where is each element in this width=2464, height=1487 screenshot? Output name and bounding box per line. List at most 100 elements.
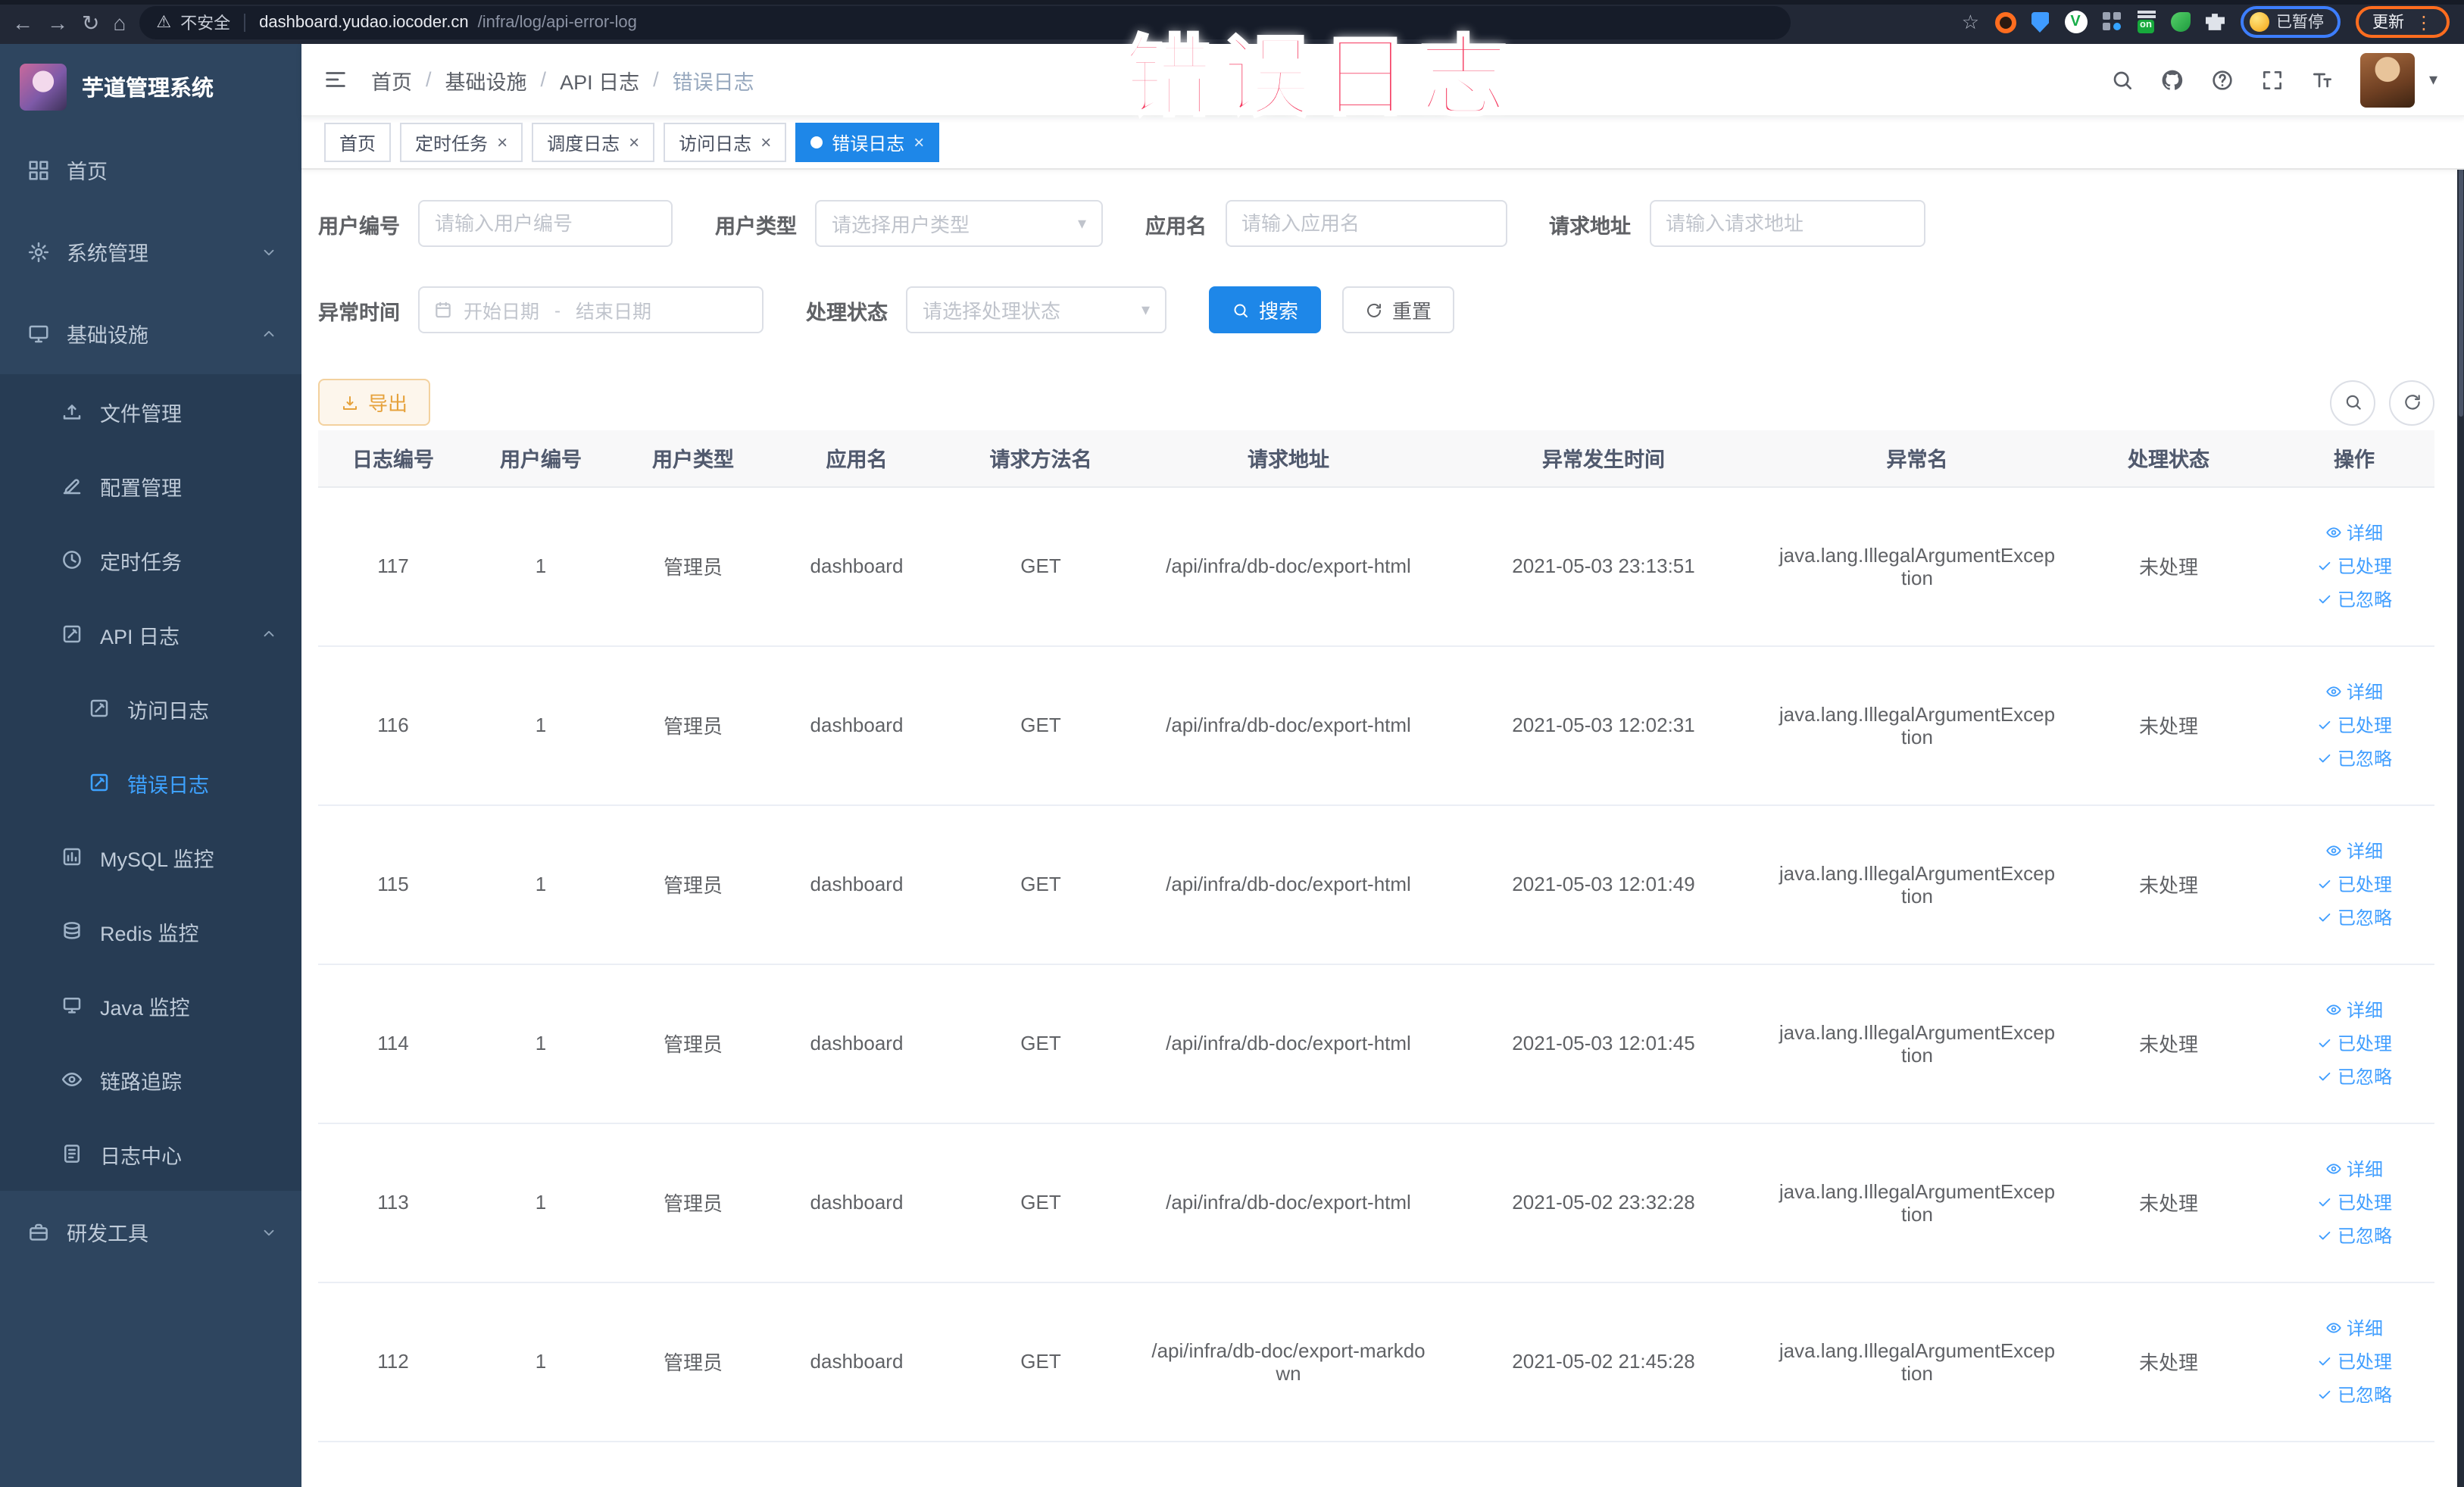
browser-home-icon[interactable]: ⌂ [113, 11, 126, 33]
app-name-input[interactable] [1225, 200, 1507, 247]
address-bar[interactable]: ⚠ 不安全 dashboard.yudao.iocoder.cn /infra/… [139, 5, 1791, 39]
sidebar-item-0[interactable]: 首页 [0, 129, 301, 211]
browser-back-icon[interactable]: ← [12, 11, 33, 33]
extension-leaf-icon[interactable] [2170, 12, 2190, 32]
action-detail-link[interactable]: 详细 [2325, 838, 2383, 864]
export-button[interactable]: 导出 [318, 379, 431, 426]
sidebar-item-11[interactable]: Java 监控 [0, 968, 301, 1042]
close-icon[interactable]: × [629, 133, 639, 152]
action-processed-link[interactable]: 已处理 [2316, 871, 2392, 897]
column-header-3: 应用名 [773, 430, 941, 487]
action-detail-link[interactable]: 详细 [2325, 1156, 2383, 1182]
user-avatar[interactable] [2360, 52, 2416, 107]
extension-orange-icon[interactable] [1994, 11, 2016, 33]
browser-reload-icon[interactable]: ↻ [82, 11, 99, 33]
browser-update-menu[interactable]: 更新 ⋮ [2356, 6, 2450, 38]
extension-shield-icon[interactable] [2031, 11, 2049, 33]
font-size-icon[interactable] [2311, 67, 2335, 92]
sidebar-item-7[interactable]: 访问日志 [0, 671, 301, 745]
extensions-puzzle-icon[interactable] [2205, 14, 2225, 30]
sidebar-item-10[interactable]: Redis 监控 [0, 894, 301, 968]
process-status-select[interactable]: 请选择处理状态 ▾ [906, 286, 1166, 333]
extension-switch-icon[interactable]: on [2137, 11, 2155, 33]
action-detail-link[interactable]: 详细 [2325, 997, 2383, 1023]
user-type-select[interactable]: 请选择用户类型 ▾ [815, 200, 1103, 247]
sidebar-item-9[interactable]: MySQL 监控 [0, 820, 301, 894]
action-processed-link[interactable]: 已处理 [2316, 1348, 2392, 1374]
action-detail-link[interactable]: 详细 [2325, 520, 2383, 545]
time-cell: 2021-05-02 21:45:28 [1436, 1282, 1771, 1442]
request-url-input[interactable] [1649, 200, 1925, 247]
paused-extension-badge[interactable]: 已暂停 [2240, 6, 2341, 38]
chevron-down-icon[interactable]: ▾ [2429, 70, 2437, 89]
extension-v-icon[interactable]: V [2064, 11, 2087, 33]
sidebar-item-2[interactable]: 基础设施 [0, 292, 301, 374]
sidebar-item-5[interactable]: 定时任务 [0, 523, 301, 597]
action-ignored-link[interactable]: 已忽略 [2316, 1064, 2392, 1089]
search-button[interactable]: 搜索 [1209, 286, 1322, 333]
eye-icon [2325, 1161, 2342, 1177]
tab-3[interactable]: 访问日志 × [664, 123, 787, 162]
user-id-input[interactable] [418, 200, 673, 247]
tab-0[interactable]: 首页 [324, 123, 392, 162]
action-ignored-link[interactable]: 已忽略 [2316, 904, 2392, 930]
close-icon[interactable]: × [497, 133, 507, 152]
filter-row-2: 异常时间 开始日期 - 结束日期 处理状态 请选择处理状态 ▾ 搜索 重置 [318, 286, 2434, 333]
app-frame: 芋道管理系统 首页 系统管理 基础设施 文件管理 配置管理 定时任务 API 日志 访问日志错… [0, 44, 2464, 1487]
action-processed-link[interactable]: 已处理 [2316, 553, 2392, 579]
action-ignored-link[interactable]: 已忽略 [2316, 586, 2392, 612]
hamburger-icon[interactable] [323, 67, 348, 92]
action-processed-link[interactable]: 已处理 [2316, 1030, 2392, 1056]
help-icon[interactable] [2211, 67, 2235, 92]
user-type-cell: 管理员 [614, 1123, 773, 1282]
sidebar-item-13[interactable]: 日志中心 [0, 1117, 301, 1191]
close-icon[interactable]: × [913, 133, 924, 152]
sidebar-item-4[interactable]: 配置管理 [0, 448, 301, 523]
action-label: 详细 [2346, 682, 2383, 703]
sidebar-item-6[interactable]: API 日志 [0, 597, 301, 671]
app-name-cell: dashboard [773, 964, 941, 1123]
check-icon [2316, 909, 2333, 926]
action-processed-link[interactable]: 已处理 [2316, 712, 2392, 738]
sidebar-item-label: 访问日志 [127, 699, 209, 722]
tab-4[interactable]: 错误日志 × [795, 123, 940, 162]
eye-icon [2325, 683, 2342, 700]
search-button-label: 搜索 [1259, 300, 1299, 323]
sidebar-item-1[interactable]: 系统管理 [0, 211, 301, 292]
app-logo[interactable]: 芋道管理系统 [0, 44, 301, 129]
sidebar-item-8[interactable]: 错误日志 [0, 745, 301, 820]
tab-label: 访问日志 [679, 133, 752, 154]
user-type-placeholder: 请选择用户类型 [832, 214, 970, 236]
apilog-icon [88, 697, 111, 720]
sidebar-item-3[interactable]: 文件管理 [0, 374, 301, 448]
breadcrumb-item-2[interactable]: API 日志 [560, 64, 639, 95]
exception-cell: java.lang.IllegalArgumentException [1771, 804, 2063, 964]
breadcrumb-item-0[interactable]: 首页 [371, 64, 412, 95]
sidebar-item-14[interactable]: 研发工具 [0, 1191, 301, 1273]
action-detail-link[interactable]: 详细 [2325, 679, 2383, 704]
sidebar-item-12[interactable]: 链路追踪 [0, 1042, 301, 1117]
close-icon[interactable]: × [760, 133, 771, 152]
toggle-search-button[interactable] [2330, 380, 2375, 425]
action-ignored-link[interactable]: 已忽略 [2316, 1223, 2392, 1248]
date-range-picker[interactable]: 开始日期 - 结束日期 [418, 286, 764, 333]
filter-row-1: 用户编号 用户类型 请选择用户类型 ▾ 应用名 [318, 200, 2434, 247]
app-name-cell: dashboard [773, 486, 941, 646]
tab-2[interactable]: 调度日志 × [532, 123, 655, 162]
column-header-5: 请求地址 [1141, 430, 1436, 487]
search-icon[interactable] [2111, 67, 2135, 92]
refresh-table-button[interactable] [2389, 380, 2434, 425]
browser-forward-icon[interactable]: → [47, 11, 68, 33]
breadcrumb-item-1[interactable]: 基础设施 [445, 64, 527, 95]
github-icon[interactable] [2161, 67, 2185, 92]
action-ignored-link[interactable]: 已忽略 [2316, 1382, 2392, 1407]
extension-grid-icon[interactable] [2102, 12, 2122, 32]
action-processed-link[interactable]: 已处理 [2316, 1189, 2392, 1215]
page-scrollbar[interactable] [2457, 44, 2464, 1487]
reset-button[interactable]: 重置 [1342, 286, 1455, 333]
tab-1[interactable]: 定时任务 × [400, 123, 523, 162]
action-detail-link[interactable]: 详细 [2325, 1315, 2383, 1341]
action-ignored-link[interactable]: 已忽略 [2316, 745, 2392, 771]
fullscreen-icon[interactable] [2261, 67, 2285, 92]
bookmark-star-icon[interactable]: ☆ [1962, 10, 1979, 34]
